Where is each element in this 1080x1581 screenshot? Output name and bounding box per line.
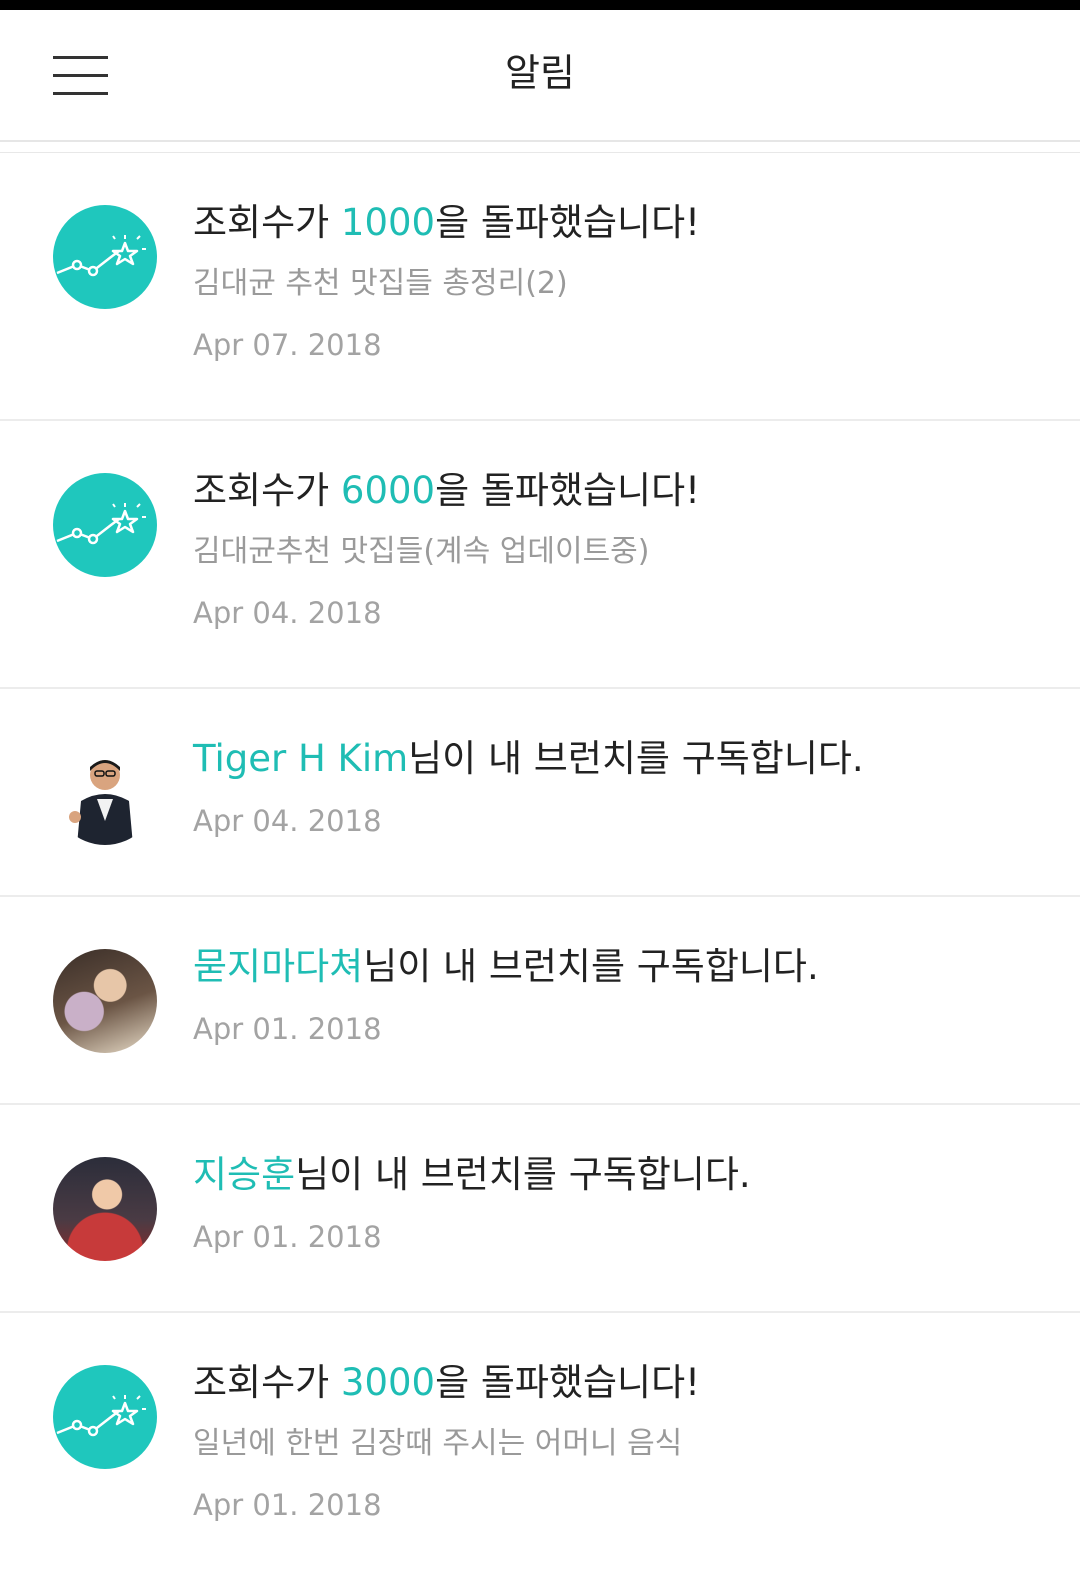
message-suffix: 을 돌파했습니다! (435, 469, 700, 512)
notification-date: Apr 07. 2018 (193, 328, 382, 362)
hamburger-menu-icon[interactable] (40, 40, 120, 110)
message-suffix: 님이 내 브런치를 구독합니다. (408, 737, 864, 780)
notification-text: 조회수가 6000을 돌파했습니다! 김대균추천 맛집들(계속 업데이트중) A… (193, 461, 1050, 635)
views-milestone-icon (53, 1365, 157, 1469)
notification-item[interactable]: Tiger H Kim님이 내 브런치를 구독합니다. Apr 04. 2018 (0, 689, 1080, 897)
subscriber-name[interactable]: Tiger H Kim (193, 737, 408, 780)
message-suffix: 님이 내 브런치를 구독합니다. (295, 1153, 751, 1196)
article-title: 일년에 한번 김장때 주시는 어머니 음식 (193, 1426, 683, 1461)
article-title: 김대균추천 맛집들(계속 업데이트중) (193, 534, 650, 569)
notification-date: Apr 01. 2018 (193, 1012, 382, 1046)
notification-text: 조회수가 1000을 돌파했습니다! 김대균 추천 맛집들 총정리(2) Apr… (193, 193, 1050, 367)
view-count: 1000 (340, 201, 436, 244)
message-suffix: 님이 내 브런치를 구독합니다. (363, 945, 819, 988)
user-avatar[interactable] (53, 1157, 157, 1261)
message-suffix: 을 돌파했습니다! (435, 1361, 700, 1404)
subscriber-name[interactable]: 묻지마다쳐 (193, 945, 363, 988)
notification-text: 지승훈님이 내 브런치를 구독합니다. Apr 01. 2018 (193, 1145, 1050, 1259)
notification-text: Tiger H Kim님이 내 브런치를 구독합니다. Apr 04. 2018 (193, 729, 1050, 843)
message-prefix: 조회수가 (193, 469, 341, 512)
notification-message: Tiger H Kim님이 내 브런치를 구독합니다. (193, 729, 1050, 789)
notification-message: 조회수가 3000을 돌파했습니다! (193, 1353, 1050, 1413)
view-count: 3000 (340, 1361, 436, 1404)
menu-line (53, 74, 108, 77)
user-avatar[interactable] (53, 741, 157, 845)
message-prefix: 조회수가 (193, 1361, 341, 1404)
notification-message: 조회수가 6000을 돌파했습니다! (193, 461, 1050, 521)
notification-date: Apr 04. 2018 (193, 596, 382, 630)
menu-line (53, 56, 108, 59)
notification-message: 조회수가 1000을 돌파했습니다! (193, 193, 1050, 253)
notification-item[interactable]: 조회수가 1000을 돌파했습니다! 김대균 추천 맛집들 총정리(2) Apr… (0, 153, 1080, 421)
message-prefix: 조회수가 (193, 201, 341, 244)
menu-line (53, 92, 108, 95)
notification-item[interactable]: 묻지마다쳐님이 내 브런치를 구독합니다. Apr 01. 2018 (0, 897, 1080, 1105)
notification-text: 조회수가 3000을 돌파했습니다! 일년에 한번 김장때 주시는 어머니 음식… (193, 1353, 1050, 1527)
page-title: 알림 (505, 51, 575, 95)
notification-list: 조회수가 1000을 돌파했습니다! 김대균 추천 맛집들 총정리(2) Apr… (0, 153, 1080, 1581)
app-header: 알림 (0, 10, 1080, 142)
message-suffix: 을 돌파했습니다! (435, 201, 700, 244)
notification-item[interactable]: 조회수가 6000을 돌파했습니다! 김대균추천 맛집들(계속 업데이트중) A… (0, 421, 1080, 689)
notification-date: Apr 04. 2018 (193, 804, 382, 838)
user-avatar[interactable] (53, 949, 157, 1053)
views-milestone-icon (53, 473, 157, 577)
notification-date: Apr 01. 2018 (193, 1488, 382, 1522)
notification-message: 묻지마다쳐님이 내 브런치를 구독합니다. (193, 937, 1050, 997)
subscriber-name[interactable]: 지승훈 (193, 1153, 295, 1196)
view-count: 6000 (340, 469, 436, 512)
notification-item[interactable]: 지승훈님이 내 브런치를 구독합니다. Apr 01. 2018 (0, 1105, 1080, 1313)
notification-item[interactable]: 조회수가 3000을 돌파했습니다! 일년에 한번 김장때 주시는 어머니 음식… (0, 1313, 1080, 1581)
views-milestone-icon (53, 205, 157, 309)
notification-date: Apr 01. 2018 (193, 1220, 382, 1254)
notification-message: 지승훈님이 내 브런치를 구독합니다. (193, 1145, 1050, 1205)
status-bar (0, 0, 1080, 10)
notification-text: 묻지마다쳐님이 내 브런치를 구독합니다. Apr 01. 2018 (193, 937, 1050, 1051)
article-title: 김대균 추천 맛집들 총정리(2) (193, 266, 568, 301)
